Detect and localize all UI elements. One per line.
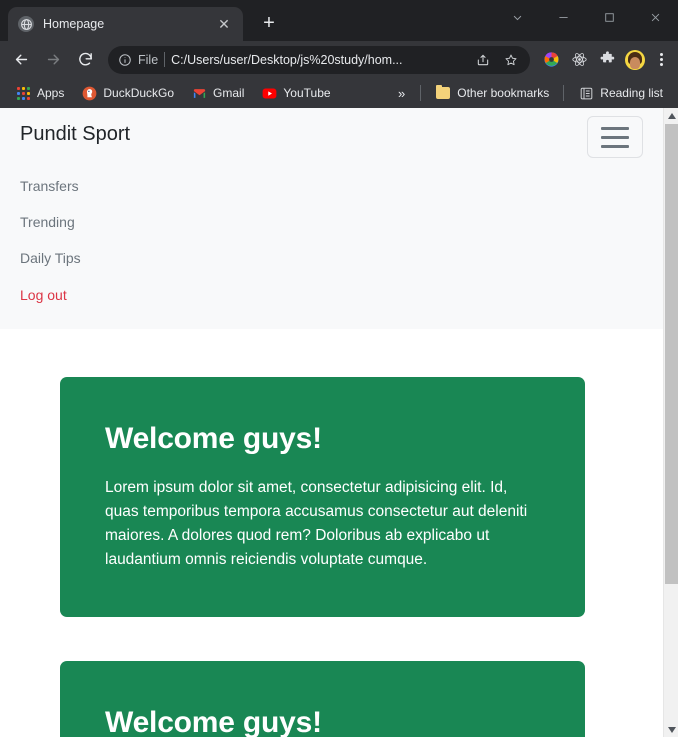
folder-icon — [435, 85, 451, 101]
browser-tab-homepage[interactable]: Homepage ✕ — [8, 7, 243, 41]
bookmark-label: DuckDuckGo — [103, 86, 175, 100]
bookmark-gmail[interactable]: Gmail — [184, 82, 251, 104]
info-icon[interactable] — [118, 53, 132, 67]
navbar-links: Transfers Trending Daily Tips Log out — [20, 168, 643, 313]
bookmarks-divider — [563, 85, 565, 101]
back-arrow-icon[interactable] — [6, 45, 36, 75]
bookmarks-bar: Apps DuckDuckGo Gmail YouTube » Other bo… — [0, 78, 678, 108]
forward-arrow-icon[interactable] — [38, 45, 68, 75]
share-icon[interactable] — [472, 53, 494, 67]
bookmark-label: Other bookmarks — [457, 86, 550, 100]
welcome-card: Welcome guys! Lorem ipsum dolor sit amet… — [60, 660, 585, 737]
url-scheme-label: File — [138, 52, 159, 67]
hamburger-menu-icon[interactable] — [587, 116, 643, 158]
browser-toolbar: File C:/Users/user/Desktop/js%20study/ho… — [0, 41, 678, 78]
tab-strip: Homepage ✕ + — [0, 0, 678, 41]
address-bar[interactable]: File C:/Users/user/Desktop/js%20study/ho… — [108, 45, 530, 74]
react-icon[interactable] — [566, 47, 592, 73]
bookmark-apps[interactable]: Apps — [8, 82, 71, 104]
reading-list-icon — [578, 85, 594, 101]
nav-link-transfers[interactable]: Transfers — [20, 168, 643, 204]
scrollbar-thumb[interactable] — [665, 124, 678, 584]
page-scrollbar[interactable] — [663, 108, 678, 737]
kebab-menu-icon[interactable] — [650, 53, 672, 66]
bookmark-label: Apps — [37, 86, 65, 100]
navbar-top-row: Pundit Sport — [20, 116, 643, 158]
bookmarks-overflow-button[interactable]: » — [390, 86, 413, 101]
maximize-icon[interactable] — [586, 0, 632, 34]
bookmark-label: YouTube — [283, 86, 331, 100]
bookmark-duckduckgo[interactable]: DuckDuckGo — [74, 82, 181, 104]
bookmark-reading-list[interactable]: Reading list — [571, 82, 670, 104]
tab-search-chevron-down-icon[interactable] — [494, 0, 540, 34]
site-navbar: Pundit Sport Transfers Trending Daily Ti… — [0, 108, 663, 329]
url-text: C:/Users/user/Desktop/js%20study/hom... — [171, 52, 403, 67]
close-icon[interactable] — [632, 0, 678, 34]
browser-window: Homepage ✕ + File C:/Users/user/Desktop/… — [0, 0, 678, 737]
puzzle-extension-icon[interactable] — [594, 47, 620, 73]
page-title[interactable]: Pundit Sport — [20, 116, 130, 152]
avatar[interactable] — [622, 47, 648, 73]
new-tab-button[interactable]: + — [255, 9, 283, 37]
bookmark-label: Gmail — [213, 86, 245, 100]
gmail-icon — [191, 85, 207, 101]
tab-title: Homepage — [43, 17, 105, 31]
duckduckgo-icon — [81, 85, 97, 101]
apps-grid-icon — [15, 85, 31, 101]
card-title: Welcome guys! — [105, 705, 322, 737]
card-text: Lorem ipsum dolor sit amet, consectetur … — [105, 478, 528, 568]
scroll-up-arrow-icon[interactable] — [664, 108, 678, 123]
omnibox-divider — [164, 52, 166, 67]
reload-icon[interactable] — [70, 45, 100, 75]
page-viewport: Pundit Sport Transfers Trending Daily Ti… — [0, 108, 678, 737]
welcome-card: Welcome guys! Lorem ipsum dolor sit amet… — [60, 376, 585, 617]
tab-close-icon[interactable]: ✕ — [215, 17, 233, 31]
minimize-icon[interactable] — [540, 0, 586, 34]
bookmark-other-bookmarks[interactable]: Other bookmarks — [428, 82, 556, 104]
globe-icon — [18, 16, 34, 32]
bookmark-label: Reading list — [600, 86, 663, 100]
page-content: Welcome guys! Lorem ipsum dolor sit amet… — [0, 328, 663, 737]
bookmarks-divider — [420, 85, 422, 101]
youtube-icon — [261, 85, 277, 101]
bookmark-youtube[interactable]: YouTube — [254, 82, 337, 104]
scroll-down-arrow-icon[interactable] — [664, 722, 678, 737]
star-icon[interactable] — [500, 53, 522, 67]
nav-link-daily-tips[interactable]: Daily Tips — [20, 240, 643, 276]
nav-link-trending[interactable]: Trending — [20, 204, 643, 240]
color-wheel-icon[interactable] — [538, 47, 564, 73]
web-page: Pundit Sport Transfers Trending Daily Ti… — [0, 108, 663, 737]
nav-link-log-out[interactable]: Log out — [20, 277, 643, 313]
card-title: Welcome guys! — [105, 421, 322, 455]
window-controls — [494, 0, 678, 34]
